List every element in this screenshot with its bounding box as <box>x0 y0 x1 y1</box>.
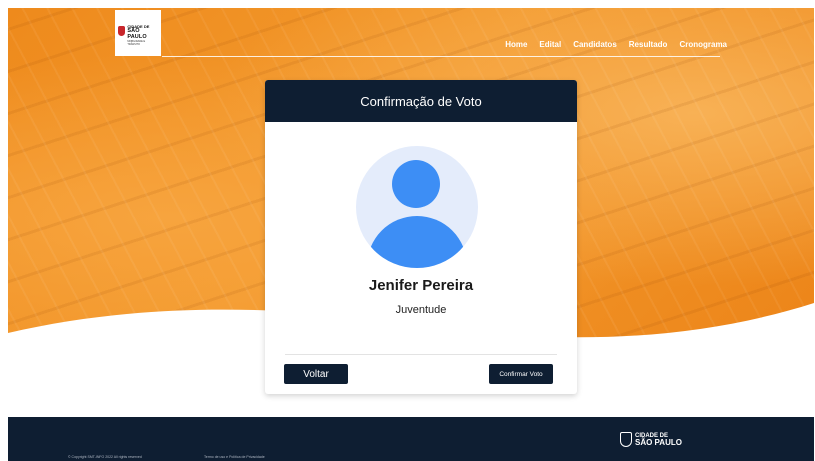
candidate-name: Jenifer Pereira <box>368 277 474 294</box>
nav-edital[interactable]: Edital <box>539 40 561 49</box>
avatar-placeholder-icon <box>356 146 478 268</box>
logo-row: CIDADE DE SÃO PAULO MOBILIDADE E TRÂNSIT… <box>118 25 158 46</box>
nav-candidatos[interactable]: Candidatos <box>573 40 617 49</box>
footer-logo-line2: SÃO PAULO <box>635 437 682 447</box>
logo-text: CIDADE DE SÃO PAULO MOBILIDADE E TRÂNSIT… <box>127 25 158 46</box>
footer: © Copyright SMT-INFO 2022 All rights res… <box>8 417 814 461</box>
logo-line3: MOBILIDADE E TRÂNSITO <box>127 40 146 46</box>
header-logo[interactable]: CIDADE DE SÃO PAULO MOBILIDADE E TRÂNSIT… <box>115 10 161 56</box>
footer-copyright: © Copyright SMT-INFO 2022 All rights res… <box>68 455 142 459</box>
main-nav: Home Edital Candidatos Resultado Cronogr… <box>505 40 727 49</box>
candidate-group: Juventude <box>395 304 447 316</box>
card-divider <box>285 354 557 355</box>
back-button[interactable]: Voltar <box>284 364 348 384</box>
nav-resultado[interactable]: Resultado <box>629 40 668 49</box>
city-emblem-icon <box>118 26 126 36</box>
footer-logo: CIDADE DE SÃO PAULO <box>620 432 682 447</box>
header-divider <box>162 56 720 57</box>
avatar-body-shape <box>367 216 467 268</box>
footer-logo-text: CIDADE DE SÃO PAULO <box>635 433 682 447</box>
confirm-vote-button[interactable]: Confirmar Voto <box>489 364 553 384</box>
logo-line2: SÃO PAULO <box>127 28 147 40</box>
footer-terms-link[interactable]: Termo de uso e Política de Privacidade <box>204 455 265 459</box>
avatar-head-shape <box>392 160 440 208</box>
vote-confirmation-card: Confirmação de Voto Jenifer Pereira Juve… <box>265 80 577 394</box>
city-emblem-icon <box>620 432 632 447</box>
card-title: Confirmação de Voto <box>265 80 577 122</box>
nav-home[interactable]: Home <box>505 40 527 49</box>
nav-cronograma[interactable]: Cronograma <box>679 40 727 49</box>
